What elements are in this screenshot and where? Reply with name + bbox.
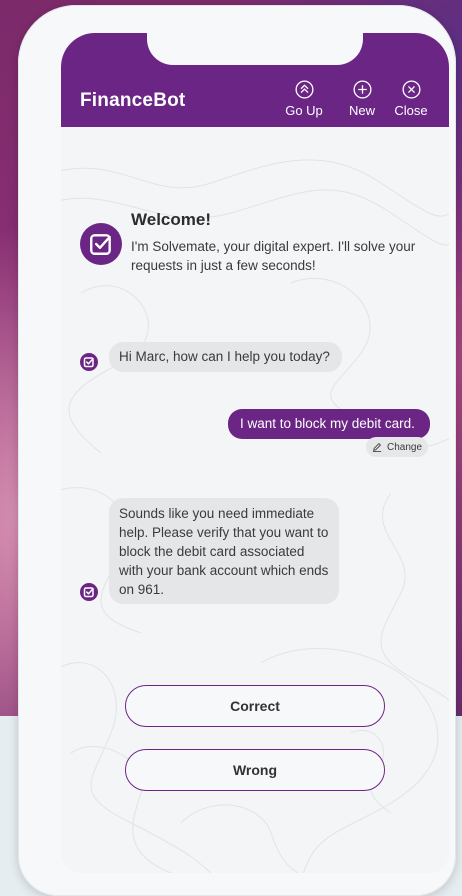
bot-avatar [80,353,98,371]
wrong-button[interactable]: Wrong [125,749,385,791]
close-circle-icon [401,80,421,99]
new-button[interactable]: New [338,80,386,120]
change-button[interactable]: Change [366,437,428,457]
close-button[interactable]: Close [387,80,435,120]
bot-message: Sounds like you need immediate help. Ple… [109,498,339,604]
change-label: Change [386,441,423,453]
app-header: FinanceBot Go Up New Close [61,33,449,127]
bot-message: Hi Marc, how can I help you today? [109,342,342,372]
user-message: I want to block my debit card. [228,409,430,439]
go-up-label: Go Up [285,103,323,118]
correct-button[interactable]: Correct [125,685,385,727]
phone-frame: FinanceBot Go Up New Close Welcome! I'm … [18,5,456,896]
checkbox-icon [83,357,94,368]
welcome-title: Welcome! [131,210,211,229]
checkbox-icon [83,587,94,598]
welcome-text: I'm Solvemate, your digital expert. I'll… [131,239,416,273]
go-up-button[interactable]: Go Up [280,80,328,120]
phone-notch [147,33,363,65]
app-title: FinanceBot [80,90,186,111]
new-label: New [348,103,375,118]
checkbox-icon [90,234,111,255]
bot-avatar [80,583,98,601]
solvemate-avatar [80,223,122,265]
chevron-double-up-icon [294,80,314,99]
chat-screen: FinanceBot Go Up New Close Welcome! I'm … [61,33,449,873]
close-label: Close [394,103,428,118]
pencil-icon [372,442,382,452]
plus-circle-icon [352,80,372,99]
